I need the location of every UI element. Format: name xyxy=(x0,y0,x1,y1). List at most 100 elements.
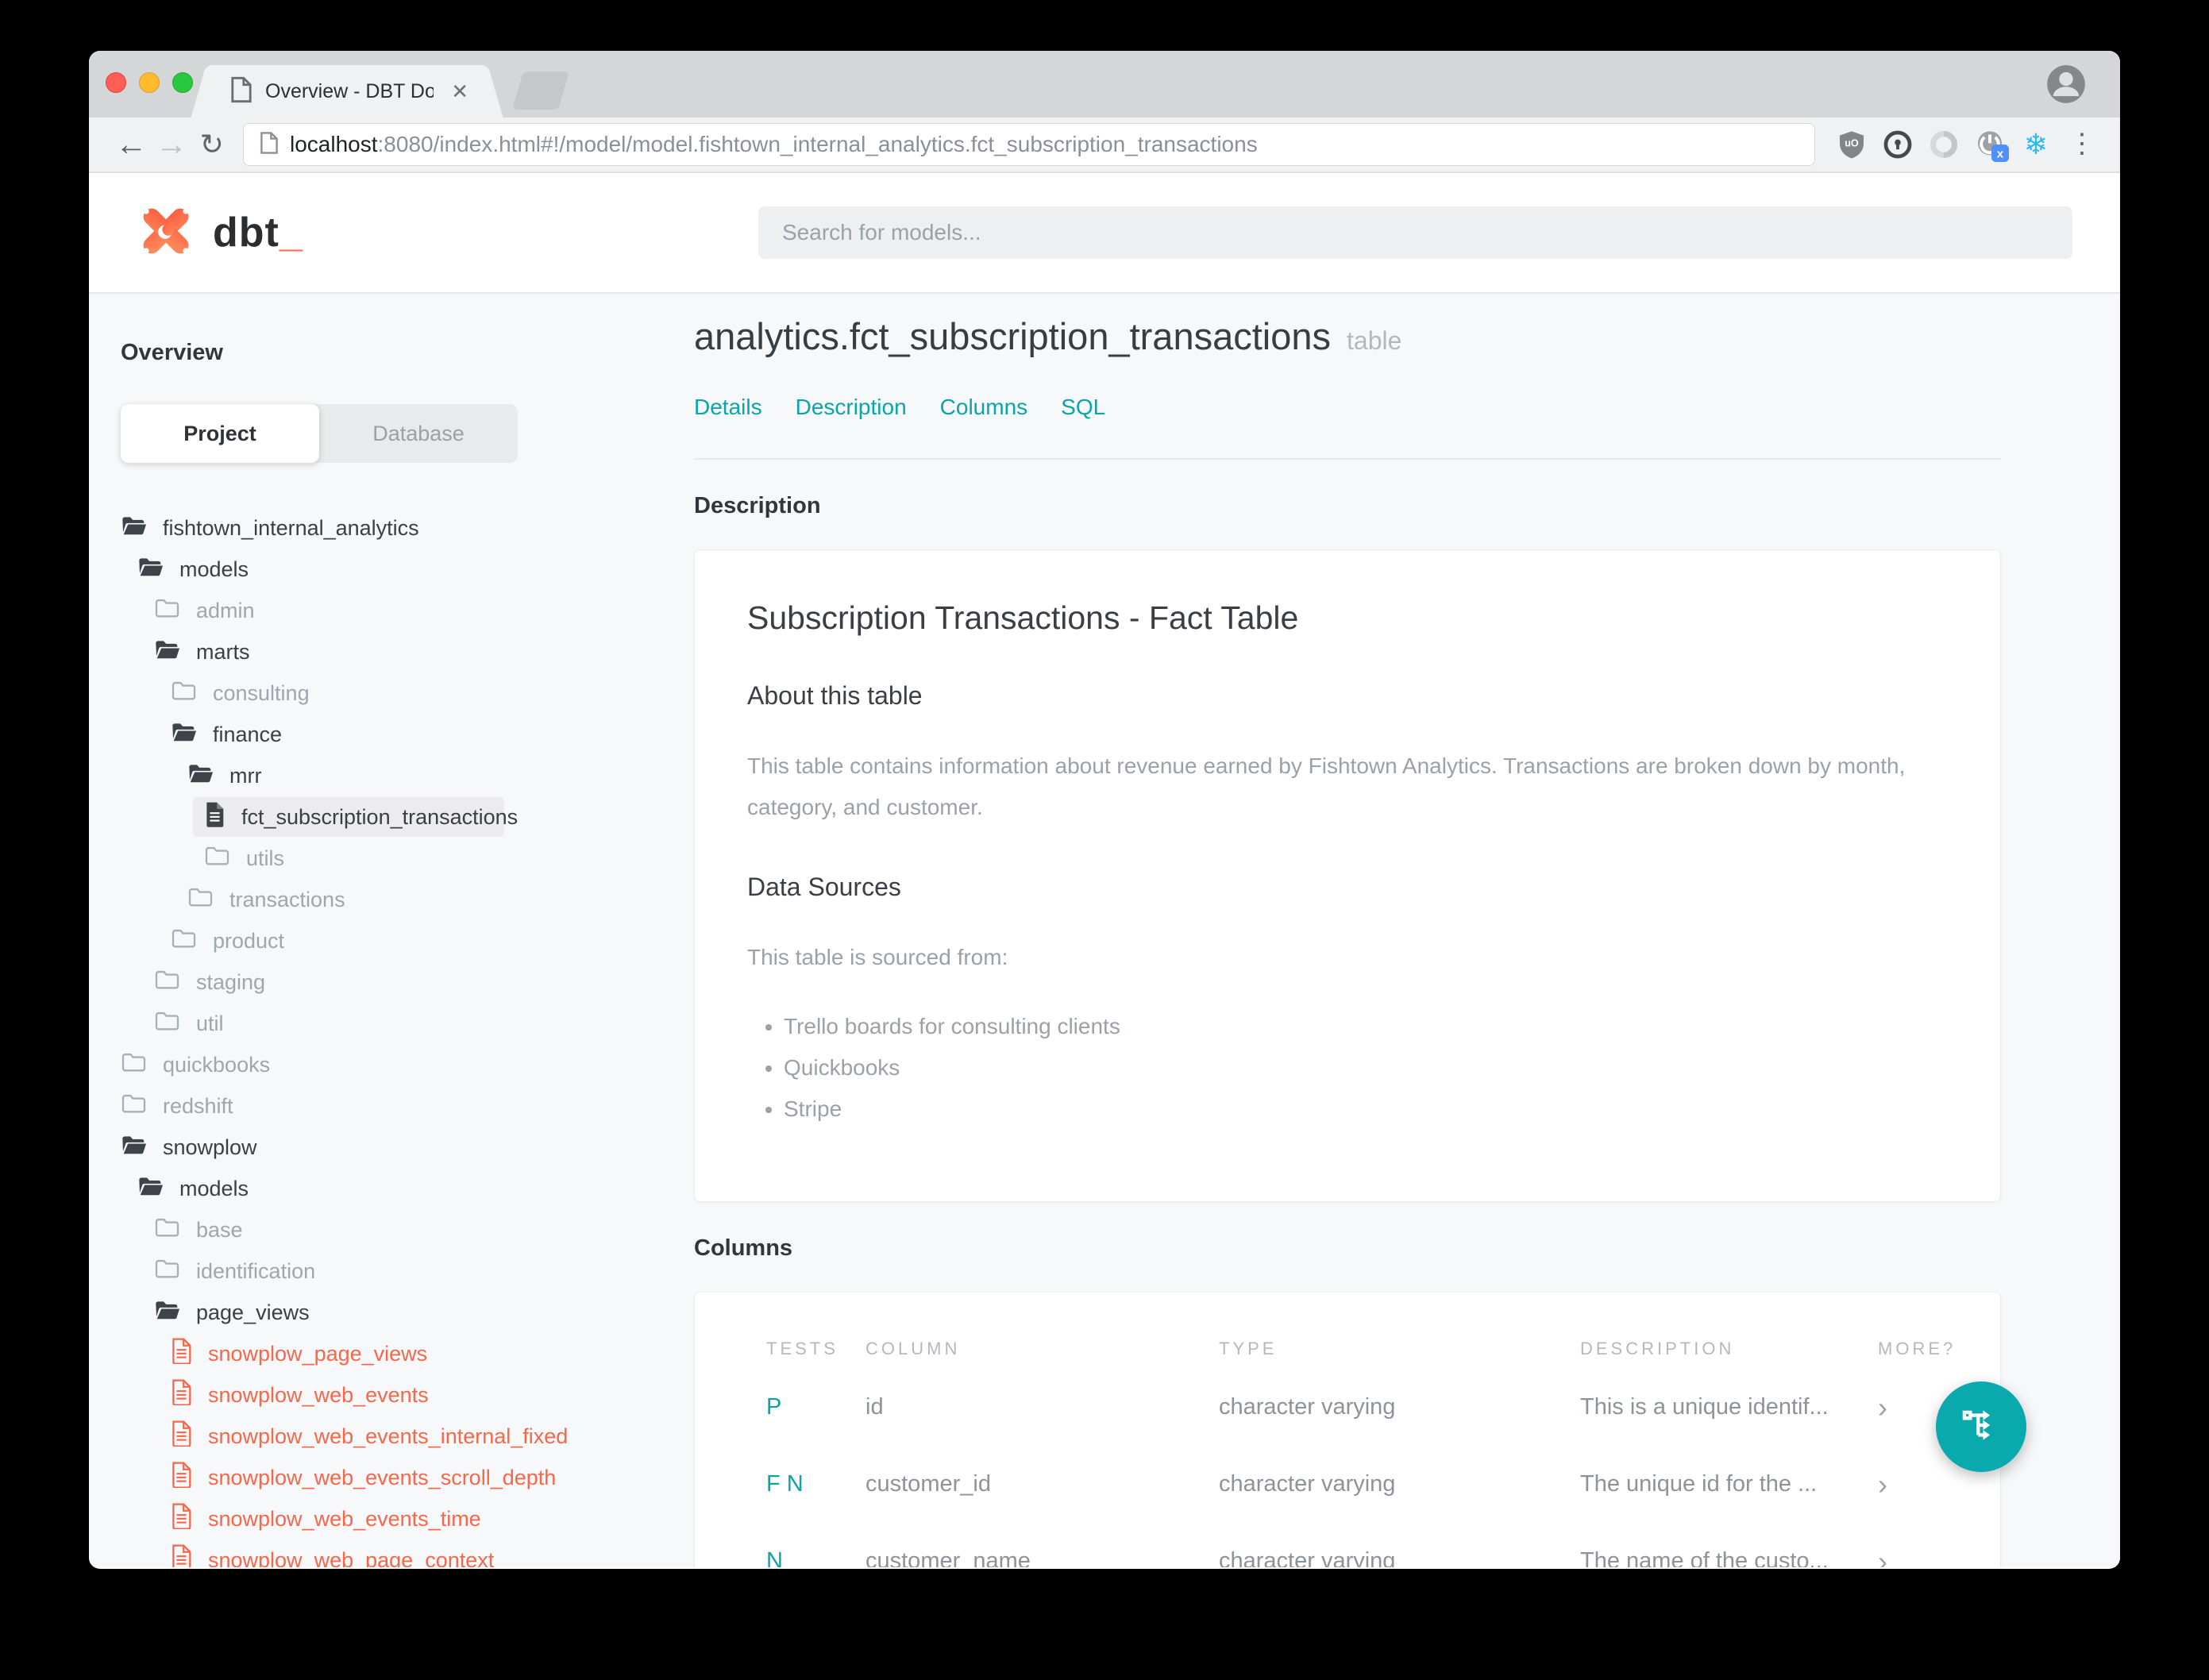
column-row-id[interactable]: Pid character varying This is a unique ide… xyxy=(766,1378,1968,1436)
folder-open-icon xyxy=(137,1175,164,1202)
column-header-description: DESCRIPTION xyxy=(1580,1339,1735,1359)
tree-item-redshift[interactable]: redshift xyxy=(121,1085,677,1127)
description-section-heading: Description xyxy=(694,493,821,518)
tree-item-fishtown_internal_analytics[interactable]: fishtown_internal_analytics xyxy=(121,507,677,549)
model-nav: Details Description Columns SQL xyxy=(694,395,2001,420)
back-button[interactable]: ← xyxy=(111,129,152,160)
tree-item-page_views[interactable]: page_views xyxy=(121,1292,677,1333)
cell-desc: This is a unique identif... xyxy=(1580,1394,1829,1420)
window-controls xyxy=(106,72,193,93)
tab-database[interactable]: Database xyxy=(319,404,518,463)
tree-item-admin[interactable]: admin xyxy=(121,590,677,631)
tree-item-fct_subscription_transactions[interactable]: fct_subscription_transactions xyxy=(121,796,677,838)
tree-item-identification[interactable]: identification xyxy=(121,1250,677,1292)
power-extension-icon[interactable]: x xyxy=(1974,129,2010,162)
disabled-extension-icon[interactable] xyxy=(1928,129,1960,160)
tree-item-quickbooks[interactable]: quickbooks xyxy=(121,1044,677,1085)
extension-icons: uO x ❄ ⋮ xyxy=(1836,128,2098,162)
tab-project[interactable]: Project xyxy=(121,404,319,463)
cell-typ: character varying xyxy=(1219,1394,1396,1420)
doc-about-text: This table contains information about re… xyxy=(747,753,1906,819)
folder-closed-icon xyxy=(171,927,197,954)
browser-tab[interactable]: Overview - DBT Docs ✕ xyxy=(208,65,486,118)
tree-item-consulting[interactable]: consulting xyxy=(121,672,677,714)
dbt-wordmark: dbt_ xyxy=(213,210,303,256)
columns-table-body: Pid character varying This is a unique ide… xyxy=(766,1378,1968,1567)
tab-title: Overview - DBT Docs xyxy=(265,79,434,102)
model-file-icon xyxy=(171,1420,192,1452)
screenshot-frame: Overview - DBT Docs ✕ ← → ↻ localhost:80… xyxy=(0,0,2209,1680)
svg-text:uO: uO xyxy=(1845,138,1859,149)
sidebar-view-toggle: Project Database xyxy=(121,404,518,463)
search-input[interactable] xyxy=(758,206,2072,259)
new-tab-button[interactable] xyxy=(512,71,569,110)
model-nav-sql[interactable]: SQL xyxy=(1061,395,1105,420)
onepassword-extension-icon[interactable] xyxy=(1882,129,1914,160)
main-panel: analytics.fct_subscription_transactions … xyxy=(677,294,2120,1567)
lineage-graph-icon xyxy=(1956,1401,2006,1454)
tree-item-utils[interactable]: utils xyxy=(121,838,677,879)
tree-item-snowplow[interactable]: snowplow xyxy=(121,1127,677,1168)
tree-item-finance[interactable]: finance xyxy=(121,714,677,755)
tree-item-models[interactable]: models xyxy=(121,1168,677,1209)
folder-closed-icon xyxy=(187,886,214,913)
tree-item-staging[interactable]: staging xyxy=(121,961,677,1003)
reload-button[interactable]: ↻ xyxy=(191,130,232,159)
url-bar[interactable]: localhost:8080/index.html#!/model/model.… xyxy=(243,123,1816,166)
dbt-brand[interactable]: dbt_ xyxy=(137,202,303,264)
data-sources-list: Trello boards for consulting clients Quic… xyxy=(747,1014,1948,1122)
fullscreen-window-button[interactable] xyxy=(172,72,193,93)
tree-item-models[interactable]: models xyxy=(121,549,677,590)
description-card: Subscription Transactions - Fact Table A… xyxy=(694,549,2001,1203)
column-header-type: TYPE xyxy=(1219,1339,1278,1359)
data-source-item: Quickbooks xyxy=(784,1055,1948,1081)
cell-tests: F N xyxy=(766,1471,804,1497)
lineage-graph-button[interactable] xyxy=(1936,1381,2026,1472)
ublock-extension-icon[interactable]: uO xyxy=(1836,129,1868,160)
tree-item-mrr[interactable]: mrr xyxy=(121,755,677,796)
forward-button: → xyxy=(156,127,187,162)
model-nav-columns[interactable]: Columns xyxy=(940,395,1027,420)
data-source-item: Trello boards for consulting clients xyxy=(784,1014,1948,1039)
tree-item-snowplow_page_views[interactable]: snowplow_page_views xyxy=(121,1333,677,1374)
tree-item-util[interactable]: util xyxy=(121,1003,677,1044)
project-tree: fishtown_internal_analytics models admin ma… xyxy=(121,507,677,1567)
folder-closed-icon xyxy=(121,1051,147,1078)
cell-typ: character varying xyxy=(1219,1548,1396,1567)
column-row-customer_name[interactable]: Ncustomer_name character varying The name … xyxy=(766,1532,1968,1567)
folder-closed-icon xyxy=(154,1258,180,1285)
tree-item-snowplow_web_events_time[interactable]: snowplow_web_events_time xyxy=(121,1498,677,1539)
tree-item-snowplow_web_page_context[interactable]: snowplow_web_page_context xyxy=(121,1539,677,1567)
doc-about-heading: About this table xyxy=(747,681,923,710)
url-host: localhost xyxy=(290,132,378,156)
tree-item-base[interactable]: base xyxy=(121,1209,677,1250)
folder-closed-icon xyxy=(154,969,180,996)
model-file-icon xyxy=(171,1462,192,1493)
folder-closed-icon xyxy=(204,845,230,872)
minimize-window-button[interactable] xyxy=(139,72,160,93)
folder-closed-icon xyxy=(154,1216,180,1243)
model-nav-description[interactable]: Description xyxy=(796,395,907,420)
tree-item-snowplow_web_events_scroll_depth[interactable]: snowplow_web_events_scroll_depth xyxy=(121,1457,677,1498)
model-nav-details[interactable]: Details xyxy=(694,395,762,420)
browser-profile-avatar[interactable] xyxy=(2045,64,2087,109)
cell-tests: P xyxy=(766,1394,782,1420)
doc-title: Subscription Transactions - Fact Table xyxy=(747,599,1299,636)
folder-closed-icon xyxy=(171,680,197,707)
browser-window: Overview - DBT Docs ✕ ← → ↻ localhost:80… xyxy=(89,51,2120,1569)
columns-table-header: TESTS COLUMN TYPE DESCRIPTION MORE? xyxy=(766,1339,1968,1359)
column-row-customer_id[interactable]: F N customer_id character varying The uniqu… xyxy=(766,1455,1968,1513)
tree-item-product[interactable]: product xyxy=(121,920,677,961)
page-title: analytics.fct_subscription_transactions xyxy=(694,315,1332,357)
columns-section-heading: Columns xyxy=(694,1235,793,1262)
tree-item-snowplow_web_events[interactable]: snowplow_web_events xyxy=(121,1374,677,1416)
browser-menu-icon[interactable]: ⋮ xyxy=(2066,129,2098,160)
tree-item-snowplow_web_events_internal_fixed[interactable]: snowplow_web_events_internal_fixed xyxy=(121,1416,677,1457)
cell-desc: The name of the custo... xyxy=(1580,1548,1829,1567)
tab-close-icon[interactable]: ✕ xyxy=(446,79,468,104)
sidebar-heading: Overview xyxy=(121,340,223,365)
close-window-button[interactable] xyxy=(106,72,126,93)
snowflake-extension-icon[interactable]: ❄ xyxy=(2020,128,2052,160)
tree-item-transactions[interactable]: transactions xyxy=(121,879,677,920)
tree-item-marts[interactable]: marts xyxy=(121,631,677,672)
